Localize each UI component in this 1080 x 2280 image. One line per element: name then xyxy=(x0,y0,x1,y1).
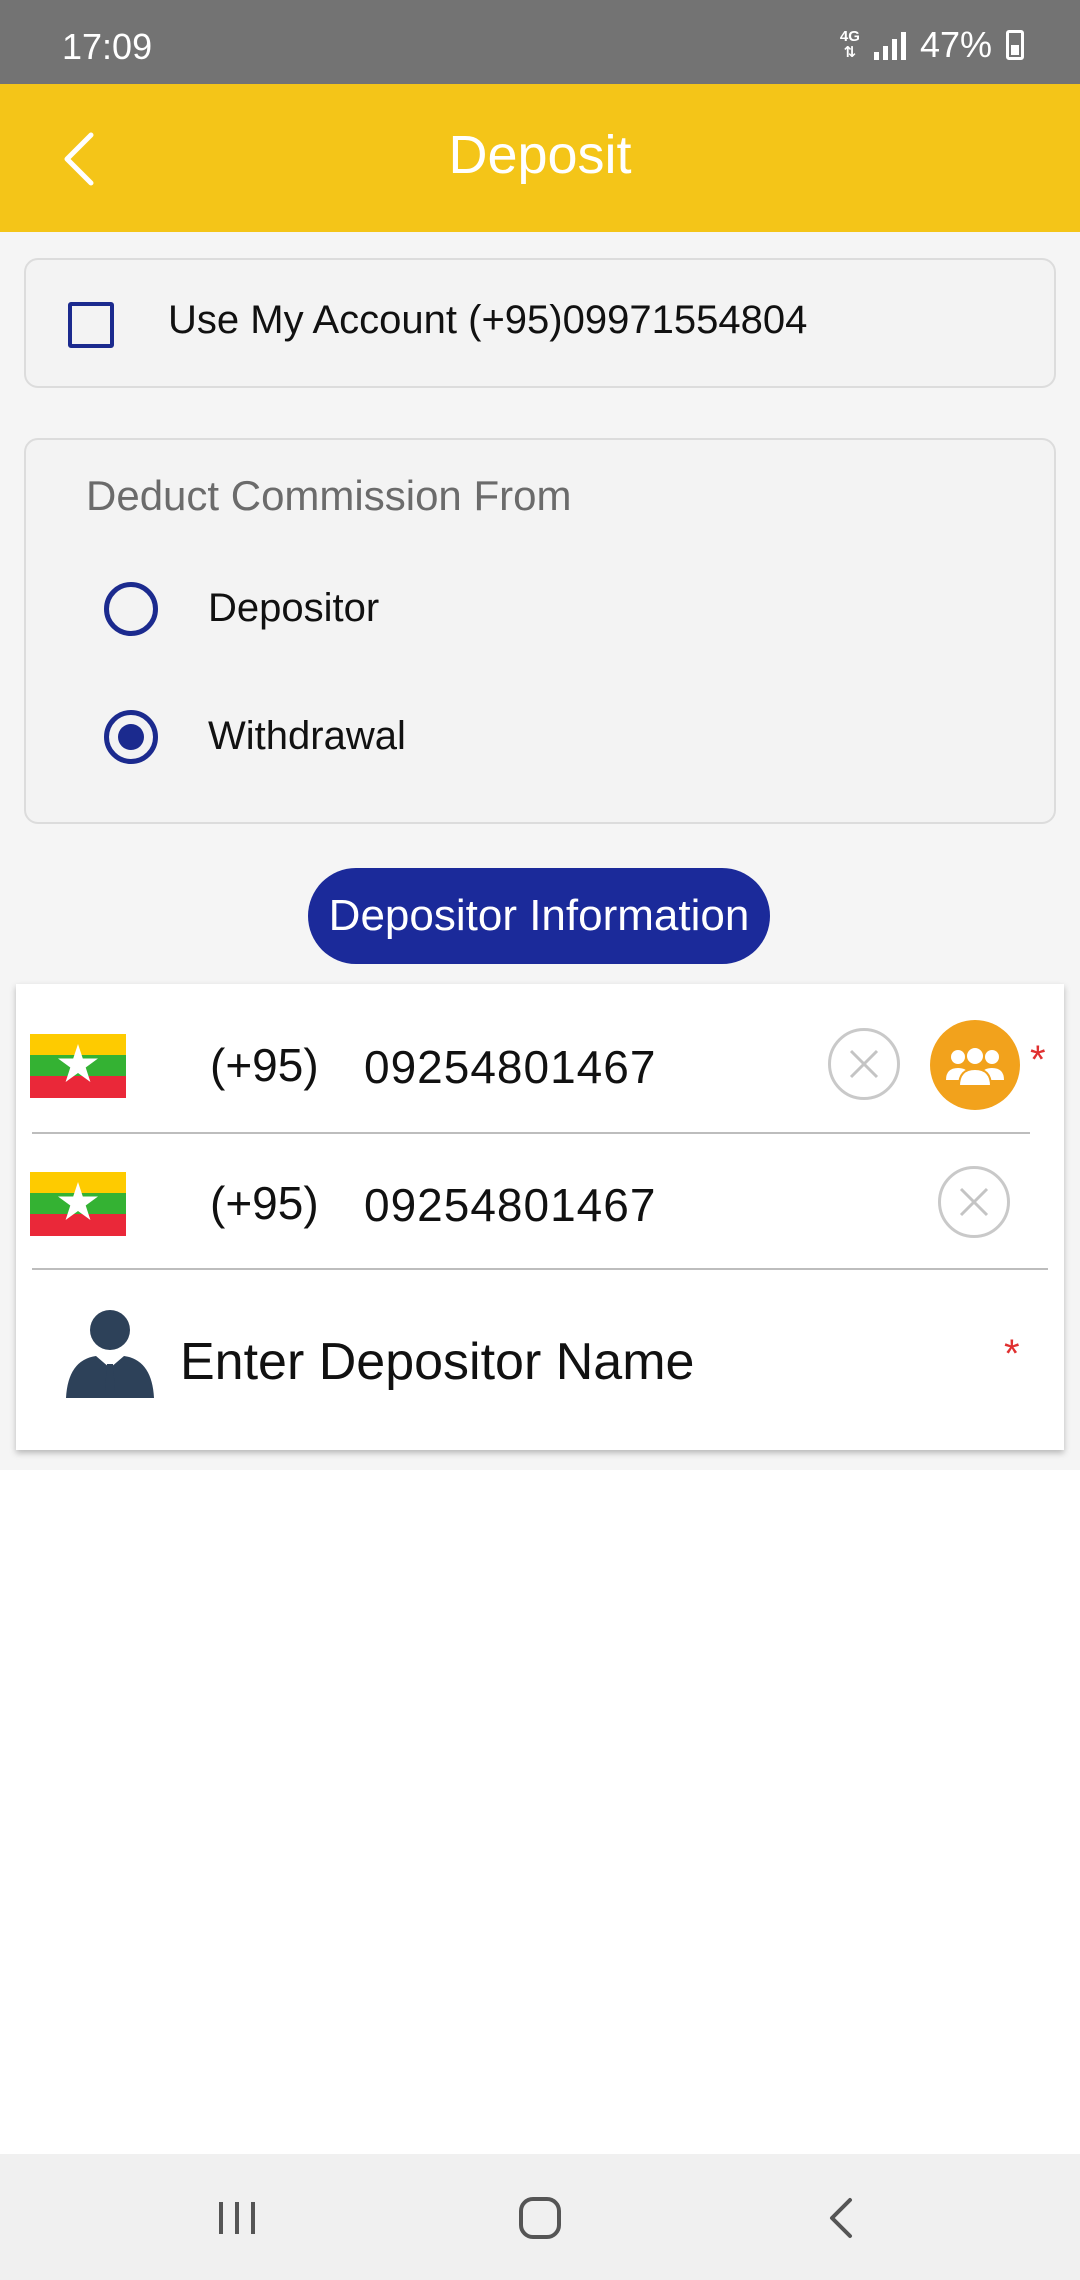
signal-icon xyxy=(873,30,906,60)
use-account-label[interactable]: Use My Account (+95)09971554804 xyxy=(168,298,807,343)
commission-title: Deduct Commission From xyxy=(86,472,572,519)
clear-confirm-phone-button[interactable] xyxy=(938,1166,1010,1238)
required-marker: * xyxy=(1030,1038,1046,1082)
country-code[interactable]: (+95) xyxy=(210,1176,319,1230)
myanmar-flag-icon xyxy=(30,1172,126,1236)
country-code[interactable]: (+95) xyxy=(210,1038,319,1092)
app-bar: Deposit xyxy=(0,84,1080,232)
close-icon xyxy=(959,1187,989,1217)
recent-apps-icon xyxy=(219,2202,255,2234)
back-icon xyxy=(830,2198,852,2238)
radio-depositor[interactable] xyxy=(104,582,158,636)
contacts-button[interactable] xyxy=(930,1020,1020,1110)
person-icon xyxy=(66,1310,154,1398)
home-button[interactable] xyxy=(495,2178,585,2258)
status-time: 17:09 xyxy=(62,26,153,67)
radio-withdrawal-label[interactable]: Withdrawal xyxy=(208,714,406,759)
battery-percent: 47% xyxy=(919,24,992,65)
battery-icon xyxy=(1006,30,1024,60)
required-marker: * xyxy=(1004,1332,1020,1376)
confirm-phone-input[interactable]: 09254801467 xyxy=(364,1178,656,1232)
divider xyxy=(32,1268,1048,1270)
home-icon xyxy=(519,2197,561,2239)
depositor-info-card: (+95) 09254801467 * (+95) 09254801467 En… xyxy=(16,984,1064,1450)
depositor-name-input[interactable] xyxy=(180,1322,1000,1402)
radio-withdrawal[interactable] xyxy=(104,710,158,764)
use-account-card[interactable]: Use My Account (+95)09971554804 xyxy=(24,258,1056,388)
network-type-icon: 4G ⇅ xyxy=(839,28,860,61)
system-back-button[interactable] xyxy=(796,2178,886,2258)
divider xyxy=(32,1132,1030,1134)
status-indicators: 4G ⇅ 47% xyxy=(840,24,1024,66)
commission-card: Deduct Commission From Depositor Withdra… xyxy=(24,438,1056,824)
main-content: Use My Account (+95)09971554804 Deduct C… xyxy=(0,232,1080,1470)
clear-phone-button[interactable] xyxy=(828,1028,900,1100)
myanmar-flag-icon xyxy=(30,1034,126,1098)
radio-depositor-label[interactable]: Depositor xyxy=(208,586,379,631)
page-title: Deposit xyxy=(448,125,632,185)
contacts-group-icon xyxy=(946,1046,1004,1087)
depositor-information-header: Depositor Information xyxy=(308,868,770,964)
recent-apps-button[interactable] xyxy=(192,2178,282,2258)
use-account-checkbox[interactable] xyxy=(68,302,114,348)
close-icon xyxy=(849,1049,879,1079)
system-nav-bar xyxy=(0,2154,1080,2280)
depositor-phone-input[interactable]: 09254801467 xyxy=(364,1040,656,1094)
status-bar: 17:09 4G ⇅ 47% xyxy=(0,0,1080,84)
